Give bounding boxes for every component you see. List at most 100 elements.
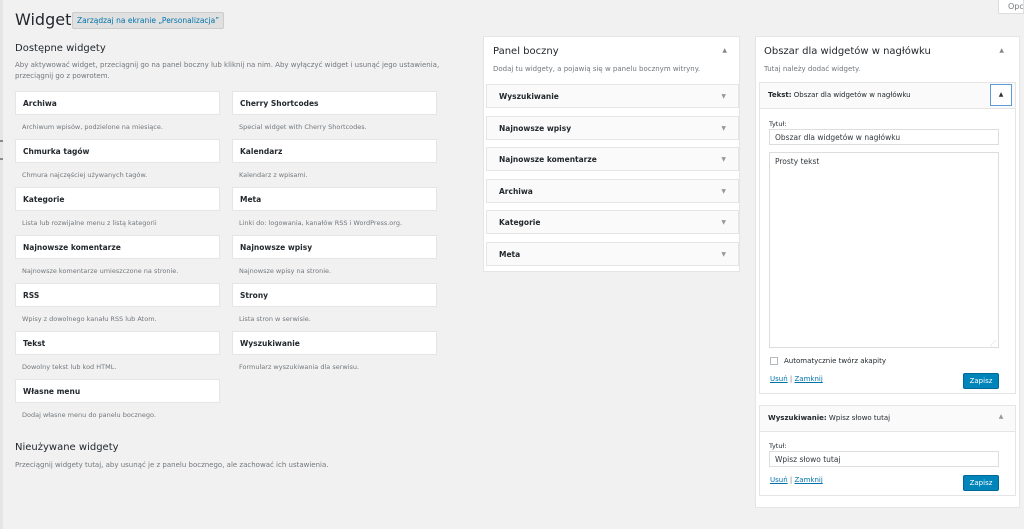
text-content-textarea[interactable]: Prosty tekst: [769, 152, 999, 348]
text-widget-header[interactable]: Tekst: Obszar dla widgetów w nagłówku ▲: [760, 83, 1015, 109]
widget-title: Kalendarz: [240, 147, 283, 156]
save-button[interactable]: Zapisz: [963, 475, 999, 491]
widget-type-label: Tekst:: [768, 91, 792, 99]
sidebar-widget[interactable]: Najnowsze wpisy ▼: [486, 115, 739, 140]
widget-description: Linki do: logowania, kanałów RSS i WordP…: [239, 219, 403, 227]
widget-description: Lista lub rozwijalne menu z listą katego…: [22, 219, 157, 227]
available-widget[interactable]: Najnowsze wpisy: [232, 235, 437, 259]
expand-arrow-icon[interactable]: ▼: [721, 219, 726, 226]
resize-handle-icon[interactable]: ⋰: [990, 340, 996, 347]
header-area-description: Tutaj należy dodać widgety.: [764, 65, 861, 73]
link-separator: |: [789, 476, 793, 484]
delete-link[interactable]: Usuń: [770, 375, 788, 383]
widget-control-links: Usuń | Zamknij: [770, 375, 823, 383]
collapse-widget-button[interactable]: ▲: [990, 84, 1012, 106]
manage-in-customizer-link[interactable]: Zarządzaj na ekranie „Personalizacja”: [72, 12, 225, 29]
widget-instance-label: Wpisz słowo tutaj: [828, 414, 891, 422]
sidebar-widget[interactable]: Najnowsze komentarze ▼: [486, 147, 739, 171]
expand-arrow-icon[interactable]: ▼: [721, 156, 726, 163]
widget-title: Archiwa: [499, 186, 533, 196]
text-widget: Tekst: Obszar dla widgetów w nagłówku ▲ …: [759, 82, 1016, 394]
widget-title: Cherry Shortcodes: [240, 99, 319, 108]
title-input[interactable]: Wpisz słowo tutaj: [769, 451, 999, 467]
widget-title: Kategorie: [23, 195, 65, 204]
available-widget[interactable]: Wyszukiwanie: [232, 331, 437, 355]
collapse-arrow-icon[interactable]: ▲: [999, 47, 1004, 54]
sidebar-widget[interactable]: Meta ▼: [486, 241, 739, 266]
inactive-widgets-description: Przeciągnij widgety tutaj, aby usunąć je…: [15, 461, 329, 469]
available-widget[interactable]: Najnowsze komentarze: [15, 235, 220, 259]
widget-title: Strony: [240, 291, 269, 300]
widget-title: RSS: [23, 291, 40, 300]
sidebar-widget[interactable]: Wyszukiwanie ▼: [486, 84, 739, 108]
widget-type-label: Wyszukiwanie:: [768, 414, 827, 422]
widget-title: Archiwa: [23, 99, 57, 108]
collapse-arrow-icon[interactable]: ▲: [722, 47, 727, 54]
available-widget[interactable]: Cherry Shortcodes: [232, 91, 437, 115]
sidebar-panel[interactable]: Panel boczny ▲ Dodaj tu widgety, a pojaw…: [483, 36, 740, 272]
widget-title: Meta: [499, 249, 521, 259]
available-widgets-description: Aby aktywować widget, przeciągnij go na …: [15, 60, 455, 82]
autop-checkbox[interactable]: [770, 357, 778, 365]
sidebar-title: Panel boczny: [493, 46, 559, 57]
autop-label: Automatycznie twórz akapity: [784, 357, 886, 365]
delete-link[interactable]: Usuń: [770, 476, 788, 484]
widget-title: Tekst: [23, 339, 46, 348]
widget-control-links: Usuń | Zamknij: [770, 476, 823, 484]
available-widget[interactable]: Kalendarz: [232, 139, 437, 163]
admin-menu-marker: [0, 140, 3, 142]
available-desc-line2: przeciągnij go z powrotem.: [15, 72, 110, 80]
header-area-title: Obszar dla widgetów w nagłówku: [764, 46, 931, 57]
search-widget-heading: Wyszukiwanie: Wpisz słowo tutaj: [768, 414, 890, 422]
widget-title: Wyszukiwanie: [499, 92, 559, 101]
widget-title: Najnowsze komentarze: [499, 155, 597, 164]
available-widget[interactable]: Archiwa: [15, 91, 220, 115]
admin-menu-marker: [0, 158, 3, 160]
link-separator: |: [789, 375, 793, 383]
sidebar-widget[interactable]: Archiwa ▼: [486, 178, 739, 203]
available-widget[interactable]: Strony: [232, 283, 437, 307]
save-button[interactable]: Zapisz: [963, 373, 999, 389]
available-widget[interactable]: Własne menu: [15, 379, 220, 403]
widget-title: Chmurka tagów: [23, 147, 90, 156]
sidebar-widget[interactable]: Kategorie ▼: [486, 210, 739, 234]
widget-description: Kalendarz z wpisami.: [239, 171, 308, 179]
inactive-widgets-title: Nieużywane widgety: [15, 442, 119, 453]
page-title: Widgety: [15, 10, 81, 29]
widget-title: Najnowsze wpisy: [240, 243, 313, 252]
close-link[interactable]: Zamknij: [794, 476, 822, 484]
header-widget-area[interactable]: Obszar dla widgetów w nagłówku ▲ Tutaj n…: [755, 36, 1020, 508]
available-widget[interactable]: Chmurka tagów: [15, 139, 220, 163]
title-input[interactable]: Obszar dla widgetów w nagłówku: [769, 129, 999, 145]
available-widgets-title: Dostępne widgety: [15, 43, 106, 54]
widget-description: Formularz wyszukiwania dla serwisu.: [239, 363, 360, 371]
widget-description: Dowolny tekst lub kod HTML.: [22, 363, 117, 371]
available-widget[interactable]: Tekst: [15, 331, 220, 355]
widget-title: Najnowsze komentarze: [23, 243, 121, 252]
text-widget-heading: Tekst: Obszar dla widgetów w nagłówku: [768, 91, 911, 99]
available-widget[interactable]: RSS: [15, 283, 220, 307]
expand-arrow-icon[interactable]: ▼: [721, 93, 726, 100]
widget-title: Własne menu: [23, 387, 81, 396]
screen-options-tab[interactable]: Opcje: [998, 0, 1024, 14]
sidebar-description: Dodaj tu widgety, a pojawią się w panelu…: [493, 65, 701, 73]
expand-arrow-icon[interactable]: ▼: [721, 125, 726, 132]
widget-title: Kategorie: [499, 218, 541, 227]
widget-description: Dodaj własne menu do panelu bocznego.: [22, 411, 156, 419]
widget-description: Lista stron w serwisie.: [239, 315, 311, 323]
search-widget-header[interactable]: Wyszukiwanie: Wpisz słowo tutaj ▲: [760, 406, 1015, 432]
widget-instance-label: Obszar dla widgetów w nagłówku: [793, 91, 911, 99]
collapse-widget-button[interactable]: ▲: [990, 407, 1012, 429]
widget-title: Najnowsze wpisy: [499, 123, 572, 133]
available-desc-line1: Aby aktywować widget, przeciągnij go na …: [15, 61, 440, 69]
close-link[interactable]: Zamknij: [794, 375, 822, 383]
widget-description: Special widget with Cherry Shortcodes.: [239, 123, 367, 131]
expand-arrow-icon[interactable]: ▼: [721, 188, 726, 195]
available-widget[interactable]: Meta: [232, 187, 437, 211]
available-widget[interactable]: Kategorie: [15, 187, 220, 211]
widget-description: Najnowsze wpisy na stronie.: [239, 267, 332, 275]
title-field-label: Tytuł:: [769, 120, 787, 128]
search-widget: Wyszukiwanie: Wpisz słowo tutaj ▲ Tytuł:…: [759, 405, 1016, 496]
widget-description: Wpisy z dowolnego kanału RSS lub Atom.: [22, 315, 157, 323]
expand-arrow-icon[interactable]: ▼: [721, 251, 726, 258]
